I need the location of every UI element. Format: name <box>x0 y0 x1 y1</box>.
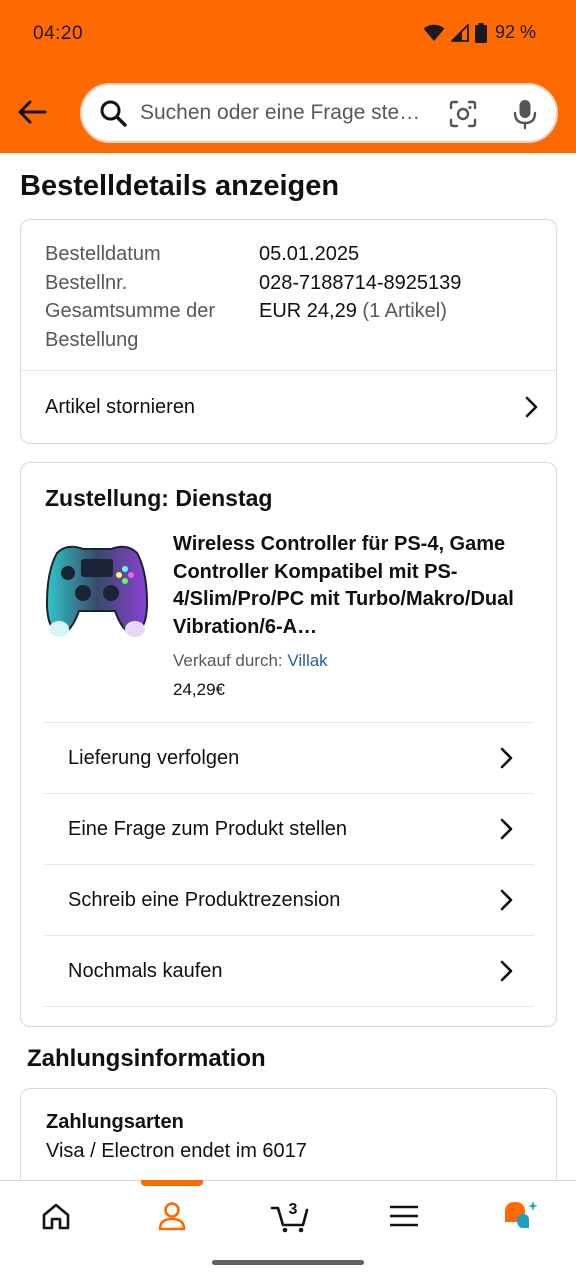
delivery-card: Zustellung: Dienstag Wireless Controller… <box>20 462 557 1027</box>
rufus-icon <box>505 1201 538 1228</box>
menu-icon <box>390 1205 418 1227</box>
write-review-button[interactable]: Schreib eine Produktrezension <box>44 865 534 936</box>
order-details: Bestelldatum 05.01.2025 Bestellnr. 028-7… <box>45 240 535 354</box>
order-item-count: (1 Artikel) <box>362 300 447 322</box>
home-icon <box>42 1203 70 1230</box>
payment-section-title: Zahlungsinformation <box>27 1045 266 1072</box>
active-tab-indicator <box>141 1180 203 1186</box>
search-bar[interactable] <box>80 83 558 143</box>
battery-percent: 92 % <box>494 22 536 42</box>
search-icon <box>100 100 127 127</box>
gesture-bar <box>212 1260 364 1265</box>
order-total-label: Gesamtsumme der Bestellung <box>45 300 216 351</box>
order-date-row: Bestelldatum 05.01.2025 <box>45 240 535 269</box>
order-summary-card: Bestelldatum 05.01.2025 Bestellnr. 028-7… <box>20 219 557 444</box>
cancel-items-button[interactable]: Artikel stornieren <box>45 371 539 443</box>
delivery-heading: Zustellung: Dienstag <box>45 485 273 511</box>
back-button[interactable] <box>12 92 52 132</box>
chevron-right-icon <box>500 818 513 840</box>
track-package-button[interactable]: Lieferung verfolgen <box>44 723 534 794</box>
ask-question-button[interactable]: Eine Frage zum Produkt stellen <box>44 794 534 865</box>
ask-question-label: Eine Frage zum Produkt stellen <box>68 817 348 840</box>
chevron-right-icon <box>500 889 513 911</box>
product-title-link[interactable]: Wireless Controller für PS-4, Game Contr… <box>173 531 538 641</box>
wifi-icon <box>423 24 445 41</box>
nav-menu[interactable] <box>379 1193 429 1239</box>
seller-link[interactable]: Villak <box>287 651 327 670</box>
order-number-value: 028-7188714-8925139 <box>259 271 462 294</box>
account-icon <box>158 1202 186 1231</box>
order-total-value: EUR 24,29 (1 Artikel) <box>259 297 447 354</box>
product-price: 24,29€ <box>173 680 225 699</box>
cart-icon: 3 <box>270 1201 309 1233</box>
product-title: Wireless Controller für PS-4, Game Contr… <box>173 533 514 638</box>
arrow-left-icon <box>18 100 47 124</box>
track-package-label: Lieferung verfolgen <box>68 746 240 769</box>
delivery-actions: Lieferung verfolgen Eine Frage zum Produ… <box>44 722 534 1007</box>
order-total-amount: EUR 24,29 <box>259 300 357 322</box>
order-total-row: Gesamtsumme der Bestellung EUR 24,29 (1 … <box>45 297 535 354</box>
status-bar: 04:20 92 % <box>0 0 576 68</box>
order-number-row: Bestellnr. 028-7188714-8925139 <box>45 269 535 298</box>
cancel-items-label: Artikel stornieren <box>45 395 196 418</box>
payment-method-value: Visa / Electron endet im 6017 <box>46 1140 307 1162</box>
seller-info: Verkauf durch: Villak <box>173 651 328 671</box>
order-date-value: 05.01.2025 <box>259 243 360 265</box>
cart-count: 3 <box>289 1201 298 1218</box>
payment-method-label: Zahlungsarten <box>46 1111 184 1133</box>
chevron-right-icon <box>500 747 513 769</box>
page-title: Bestelldetails anzeigen <box>20 170 340 202</box>
write-review-label: Schreib eine Produktrezension <box>68 888 341 911</box>
top-header: 04:20 92 % <box>0 0 576 153</box>
order-number-label: Bestellnr. <box>45 271 128 294</box>
battery-icon <box>474 22 487 43</box>
microphone-icon[interactable] <box>510 98 540 130</box>
nav-rufus[interactable] <box>496 1193 546 1239</box>
product-image[interactable] <box>43 541 151 639</box>
seller-prefix: Verkauf durch: <box>173 651 283 670</box>
buy-again-button[interactable]: Nochmals kaufen <box>44 936 534 1007</box>
buy-again-label: Nochmals kaufen <box>68 959 223 982</box>
chevron-right-icon <box>500 960 513 982</box>
nav-account[interactable] <box>147 1193 197 1239</box>
nav-cart[interactable]: 3 <box>262 1193 318 1239</box>
bottom-nav: 3 <box>0 1180 576 1250</box>
search-input[interactable] <box>140 101 440 125</box>
status-time: 04:20 <box>33 23 84 44</box>
status-icons: 92 % <box>423 22 536 43</box>
camera-scan-icon[interactable] <box>448 99 478 129</box>
chevron-right-icon <box>525 396 538 418</box>
order-date-label: Bestelldatum <box>45 243 161 265</box>
nav-home[interactable] <box>31 1193 81 1239</box>
signal-icon <box>450 23 469 42</box>
